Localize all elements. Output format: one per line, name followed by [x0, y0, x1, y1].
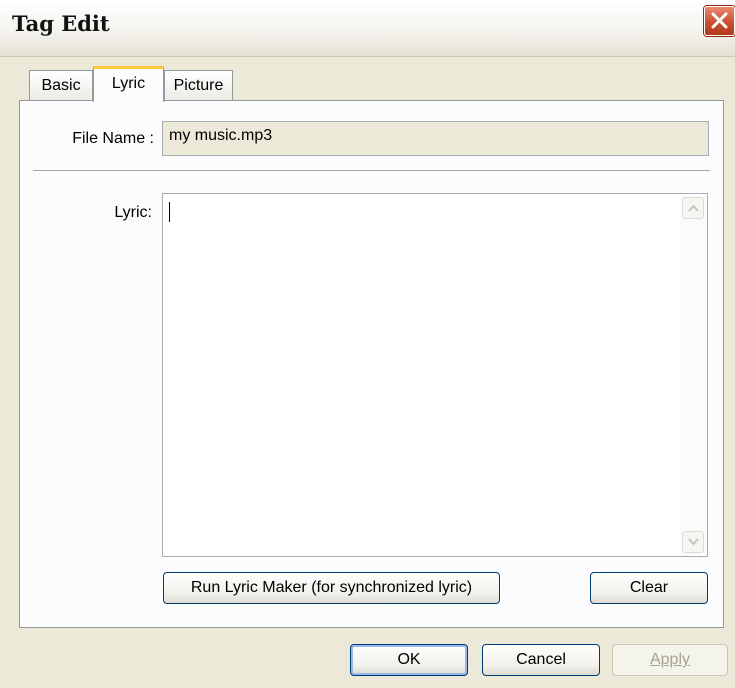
tab-picture[interactable]: Picture [164, 70, 233, 100]
cancel-button[interactable]: Cancel [482, 644, 600, 676]
window-title: Tag Edit [12, 11, 110, 36]
file-name-label: File Name : [72, 130, 154, 147]
ok-button[interactable]: OK [350, 644, 468, 676]
scroll-up-button[interactable] [682, 197, 704, 219]
tab-basic[interactable]: Basic [29, 70, 93, 100]
apply-label: Apply [649, 651, 691, 668]
title-bar: Tag Edit [0, 0, 735, 57]
file-name-field: my music.mp3 [162, 121, 709, 156]
separator [33, 170, 710, 172]
lyric-textarea[interactable] [162, 193, 708, 557]
scroll-down-button[interactable] [682, 531, 704, 553]
clear-button[interactable]: Clear [590, 572, 708, 604]
apply-button[interactable]: Apply [612, 644, 728, 676]
tab-lyric[interactable]: Lyric [93, 66, 164, 102]
lyric-label: Lyric: [114, 204, 152, 221]
close-button[interactable] [704, 6, 735, 36]
tag-edit-dialog: Tag Edit Basic Lyric Picture File Name :… [0, 0, 735, 688]
text-caret [169, 202, 170, 222]
run-lyric-maker-button[interactable]: Run Lyric Maker (for synchronized lyric) [163, 572, 500, 604]
vertical-scrollbar[interactable] [680, 195, 706, 555]
